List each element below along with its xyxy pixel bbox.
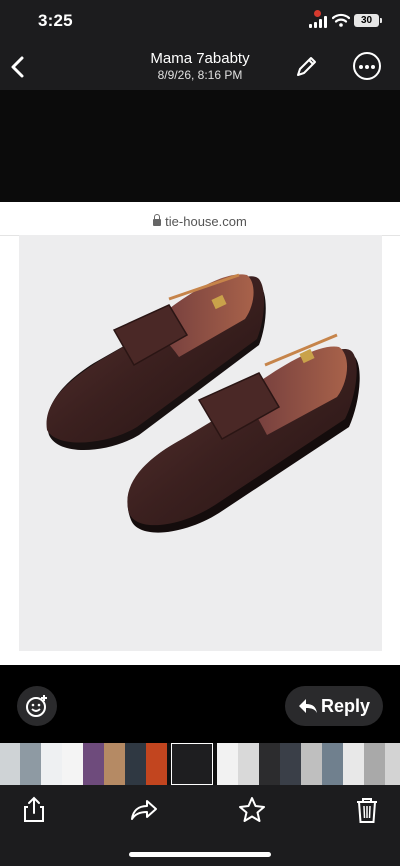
thumbnail[interactable]: [280, 743, 301, 785]
sticker-button[interactable]: [17, 686, 57, 726]
status-time: 3:25: [38, 11, 73, 30]
home-indicator: [129, 852, 271, 857]
nav-header: Mama 7ababty 8/9/26, 8:16 PM: [0, 44, 400, 90]
thumbnail[interactable]: [385, 743, 400, 785]
wifi-icon: [332, 13, 350, 27]
loafer-shoes-image: [46, 273, 360, 533]
lock-icon: [153, 214, 162, 226]
thumbnail[interactable]: [171, 743, 213, 785]
reply-arrow-icon: [299, 699, 317, 713]
thumbnail-strip[interactable]: [0, 743, 400, 785]
thumbnail[interactable]: [125, 743, 146, 785]
url-text: tie-house.com: [165, 214, 247, 229]
thumbnail[interactable]: [83, 743, 104, 785]
cellular-signal-icon: [309, 10, 327, 28]
thumbnail[interactable]: [0, 743, 20, 785]
thumbnail[interactable]: [343, 743, 364, 785]
thumbnail[interactable]: [259, 743, 280, 785]
trash-icon[interactable]: [352, 795, 382, 825]
url-bar: tie-house.com: [0, 202, 400, 236]
thumbnail[interactable]: [41, 743, 62, 785]
message-actions: Reply: [0, 665, 400, 743]
ellipsis-circle-icon[interactable]: [353, 52, 381, 80]
thumbnail[interactable]: [238, 743, 259, 785]
thumbnail[interactable]: [20, 743, 41, 785]
chevron-left-icon[interactable]: [6, 52, 32, 82]
thumbnail[interactable]: [364, 743, 385, 785]
bottom-toolbar: [0, 785, 400, 866]
web-screenshot[interactable]: tie-house.com: [0, 202, 400, 665]
star-icon[interactable]: [237, 795, 267, 825]
thumbnail[interactable]: [62, 743, 83, 785]
thumbnail[interactable]: [146, 743, 167, 785]
thumbnail[interactable]: [301, 743, 322, 785]
share-icon[interactable]: [19, 795, 49, 825]
thumbnail[interactable]: [217, 743, 238, 785]
thumbnail[interactable]: [104, 743, 125, 785]
thumbnail[interactable]: [322, 743, 343, 785]
media-background: [0, 90, 400, 202]
reply-label: Reply: [321, 696, 371, 716]
conversation-title: Mama 7ababty: [150, 50, 250, 67]
product-photo: [19, 235, 382, 651]
forward-arrow-icon[interactable]: [129, 795, 159, 825]
status-bar: 3:25 30: [0, 0, 400, 44]
smiley-plus-icon: [26, 695, 47, 717]
battery-indicator: 30: [354, 14, 382, 27]
message-timestamp: 8/9/26, 8:16 PM: [157, 68, 243, 82]
pencil-icon[interactable]: [293, 54, 319, 80]
reply-button[interactable]: Reply: [285, 686, 383, 726]
